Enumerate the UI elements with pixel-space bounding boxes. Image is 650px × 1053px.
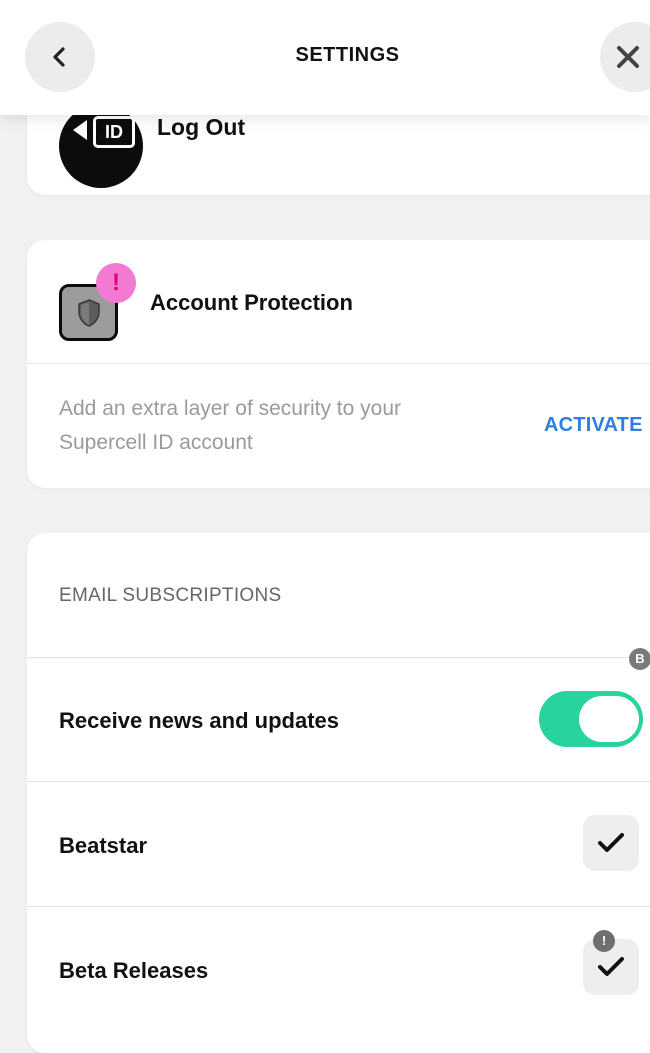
divider — [27, 781, 650, 782]
divider — [27, 363, 650, 364]
news-badge: B — [629, 648, 650, 670]
checkmark-icon — [598, 957, 624, 976]
page-title: SETTINGS — [295, 44, 400, 66]
receive-news-label: Receive news and updates — [59, 708, 339, 733]
alert-badge: ! — [96, 263, 136, 303]
toggle-knob — [579, 696, 639, 742]
activate-button[interactable]: ACTIVATE — [544, 414, 643, 437]
email-subscriptions-card: EMAIL SUBSCRIPTIONS B Receive news and u… — [27, 533, 650, 1053]
subscription-checkbox-beatstar[interactable] — [583, 815, 639, 871]
account-protection-title: Account Protection — [150, 290, 353, 315]
subscription-label-beta-releases: Beta Releases — [59, 958, 209, 983]
header-bar: SETTINGS — [0, 0, 650, 115]
section-heading: EMAIL SUBSCRIPTIONS — [59, 585, 282, 606]
arrow-left-icon — [73, 120, 87, 140]
supercell-id-logout-icon: ID — [59, 104, 143, 188]
subscription-label-beatstar: Beatstar — [59, 833, 148, 858]
account-protection-icon-wrap: ! — [59, 263, 136, 341]
id-label: ID — [93, 116, 135, 148]
divider — [27, 657, 650, 658]
checkmark-icon — [598, 833, 624, 852]
account-protection-description: Add an extra layer of security to your S… — [59, 397, 401, 454]
close-icon — [617, 46, 639, 68]
beta-releases-badge: ! — [593, 930, 615, 952]
close-button[interactable] — [600, 22, 650, 92]
logout-label: Log Out — [157, 114, 246, 140]
divider — [27, 906, 650, 907]
account-protection-card: ! Account Protection Add an extra layer … — [27, 240, 650, 488]
receive-news-toggle[interactable] — [539, 691, 643, 747]
